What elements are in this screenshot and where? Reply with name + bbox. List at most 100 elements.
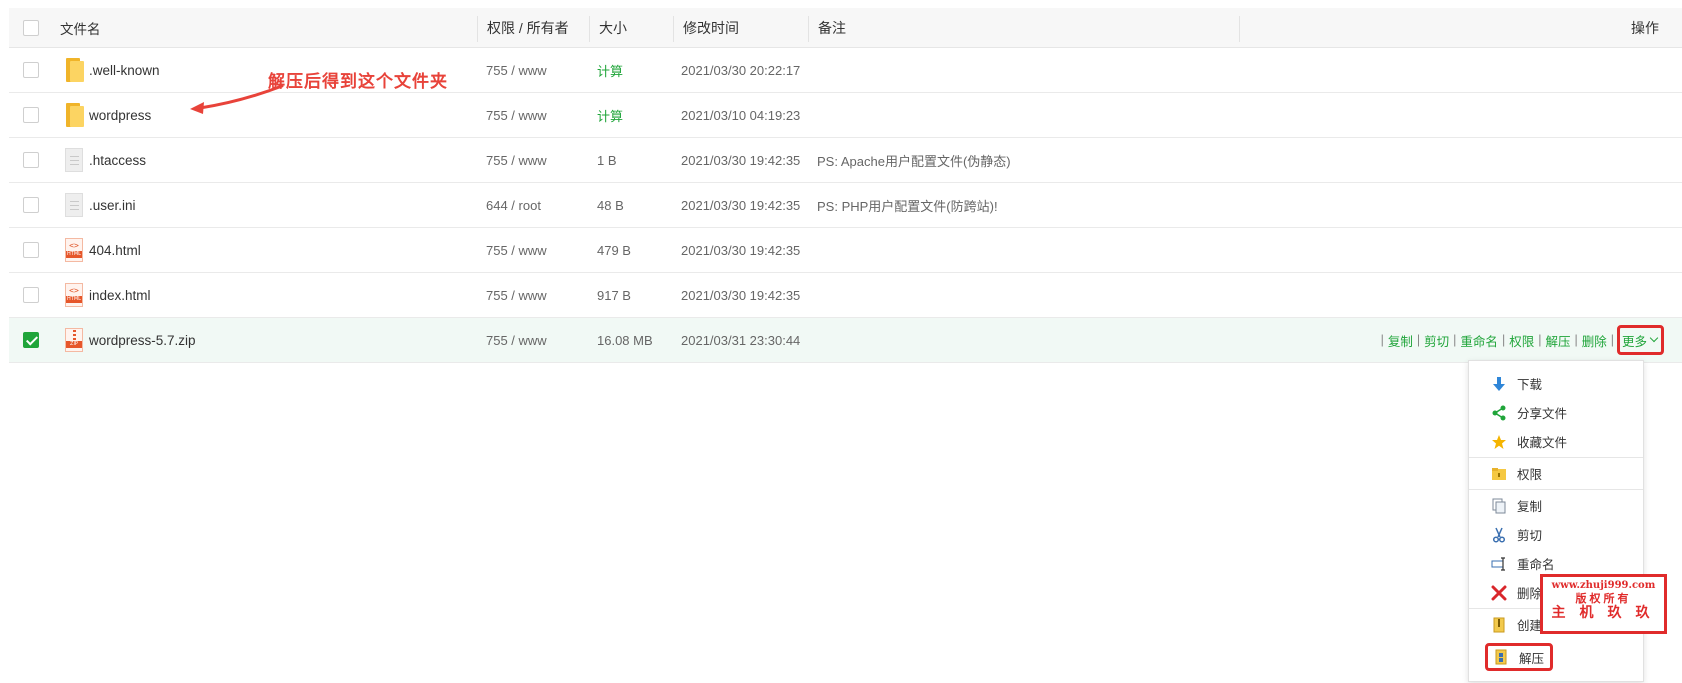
folder-lock-icon — [1491, 466, 1507, 482]
file-permission[interactable]: 755 / www — [486, 228, 547, 272]
row-checkbox[interactable] — [23, 62, 39, 78]
folder-icon — [64, 103, 84, 127]
annotation-arrow-icon — [190, 84, 284, 114]
annotation-text: 解压后得到这个文件夹 — [268, 72, 448, 92]
table-row-selected[interactable]: ZIP wordpress-5.7.zip 755 / www 16.08 MB… — [9, 318, 1682, 363]
menu-item-favorite[interactable]: 收藏文件 — [1469, 427, 1643, 456]
menu-item-label: 删除 — [1517, 587, 1543, 601]
file-size: 1 B — [597, 152, 617, 168]
row-checkbox[interactable] — [23, 287, 39, 303]
file-permission[interactable]: 755 / www — [486, 273, 547, 317]
file-size: 479 B — [597, 242, 631, 258]
watermark-url: www.zhuji999.com — [1551, 580, 1656, 591]
menu-item-label: 权限 — [1517, 468, 1543, 482]
menu-item-label: 收藏文件 — [1517, 436, 1568, 450]
document-icon — [65, 148, 83, 172]
watermark-copyright: 版权所有 — [1575, 592, 1632, 605]
row-checkbox[interactable] — [23, 197, 39, 213]
star-icon — [1491, 434, 1507, 450]
menu-item-label: 复制 — [1517, 500, 1543, 514]
extract-link[interactable]: 解压 — [1542, 331, 1573, 350]
file-size: 16.08 MB — [597, 332, 653, 348]
header-filename[interactable]: 文件名 — [60, 8, 101, 47]
table-row[interactable]: .htaccess 755 / www 1 B 2021/03/30 19:42… — [9, 138, 1682, 183]
menu-item-label: 下载 — [1517, 378, 1543, 392]
table-row[interactable]: <> HTML index.html 755 / www 917 B 2021/… — [9, 273, 1682, 318]
file-mtime: 2021/03/30 19:42:35 — [681, 287, 801, 303]
document-icon — [65, 193, 83, 217]
file-name[interactable]: index.html — [89, 273, 151, 317]
archive-icon — [1491, 617, 1507, 633]
menu-item-extract[interactable]: 解压 — [1485, 643, 1553, 671]
rename-icon — [1491, 556, 1507, 572]
more-label: 更多 — [1621, 334, 1647, 349]
watermark-brand: 主机玖玖 — [1551, 605, 1664, 622]
row-operations: | 复制 | 剪切 | 重命名 | 权限 | 解压 | 删除 | 更多 — [1380, 318, 1664, 362]
rename-link[interactable]: 重命名 — [1457, 331, 1501, 350]
menu-item-label: 重命名 — [1517, 558, 1555, 572]
header-size[interactable]: 大小 — [599, 8, 627, 47]
menu-item-label: 分享文件 — [1517, 407, 1568, 421]
table-row[interactable]: <> HTML 404.html 755 / www 479 B 2021/03… — [9, 228, 1682, 273]
cut-link[interactable]: 剪切 — [1421, 331, 1452, 350]
file-permission[interactable]: 755 / www — [486, 48, 547, 92]
file-note[interactable]: PS: Apache用户配置文件(伪静态) — [817, 138, 1011, 182]
file-permission[interactable]: 755 / www — [486, 93, 547, 137]
header-operations: 操作 — [1631, 19, 1659, 36]
file-size-calc-link[interactable]: 计算 — [597, 93, 623, 137]
menu-item-permission[interactable]: 权限 — [1469, 459, 1643, 488]
extract-icon — [1493, 649, 1509, 665]
file-mtime: 2021/03/31 23:30:44 — [681, 332, 801, 348]
file-table: 文件名 权限 / 所有者 大小 修改时间 备注 操作 .well-known 7… — [9, 8, 1682, 363]
share-icon — [1491, 405, 1507, 421]
html-file-icon: <> HTML — [65, 283, 83, 307]
row-checkbox[interactable] — [23, 107, 39, 123]
scissors-icon — [1491, 527, 1507, 543]
row-checkbox[interactable] — [23, 242, 39, 258]
copy-icon — [1491, 498, 1507, 514]
file-size: 917 B — [597, 287, 631, 303]
menu-item-label: 解压 — [1519, 651, 1545, 666]
header-modified-time[interactable]: 修改时间 — [683, 8, 739, 47]
folder-icon — [64, 58, 84, 82]
file-name[interactable]: wordpress-5.7.zip — [89, 318, 196, 362]
file-mtime: 2021/03/30 19:42:35 — [681, 197, 801, 213]
select-all-checkbox[interactable] — [23, 19, 39, 36]
file-name[interactable]: wordpress — [89, 93, 151, 137]
menu-item-copy[interactable]: 复制 — [1469, 491, 1643, 520]
file-permission[interactable]: 755 / www — [486, 138, 547, 182]
copy-link[interactable]: 复制 — [1385, 331, 1416, 350]
file-name[interactable]: .user.ini — [89, 183, 136, 227]
menu-item-share[interactable]: 分享文件 — [1469, 398, 1643, 427]
header-permission[interactable]: 权限 / 所有者 — [487, 8, 569, 47]
file-size-calc-link[interactable]: 计算 — [597, 48, 623, 92]
more-button[interactable]: 更多 — [1616, 325, 1664, 355]
file-name[interactable]: .htaccess — [89, 138, 146, 182]
row-checkbox-checked[interactable] — [23, 332, 39, 348]
delete-x-icon — [1491, 585, 1507, 601]
html-file-icon: <> HTML — [65, 238, 83, 262]
row-checkbox[interactable] — [23, 152, 39, 168]
file-name[interactable]: 404.html — [89, 228, 141, 272]
zip-file-icon: ZIP — [65, 328, 83, 352]
file-permission[interactable]: 755 / www — [486, 318, 547, 362]
menu-item-cut[interactable]: 剪切 — [1469, 520, 1643, 549]
file-permission[interactable]: 644 / root — [486, 183, 541, 227]
menu-item-label: 剪切 — [1517, 529, 1543, 543]
file-size: 48 B — [597, 197, 624, 213]
file-mtime: 2021/03/30 20:22:17 — [681, 62, 801, 78]
menu-item-download[interactable]: 下载 — [1469, 369, 1643, 398]
table-header: 文件名 权限 / 所有者 大小 修改时间 备注 操作 — [9, 8, 1682, 48]
delete-link[interactable]: 删除 — [1579, 331, 1610, 350]
header-note: 备注 — [818, 19, 846, 36]
file-note[interactable]: PS: PHP用户配置文件(防跨站)! — [817, 183, 998, 227]
watermark-stamp: www.zhuji999.com 版权所有 主机玖玖 — [1540, 574, 1667, 634]
permission-link[interactable]: 权限 — [1506, 331, 1537, 350]
file-mtime: 2021/03/10 04:19:23 — [681, 107, 801, 123]
file-mtime: 2021/03/30 19:42:35 — [681, 242, 801, 258]
download-icon — [1491, 376, 1507, 392]
file-name[interactable]: .well-known — [89, 48, 160, 92]
file-mtime: 2021/03/30 19:42:35 — [681, 152, 801, 168]
table-row[interactable]: .user.ini 644 / root 48 B 2021/03/30 19:… — [9, 183, 1682, 228]
chevron-down-icon — [1649, 333, 1659, 343]
